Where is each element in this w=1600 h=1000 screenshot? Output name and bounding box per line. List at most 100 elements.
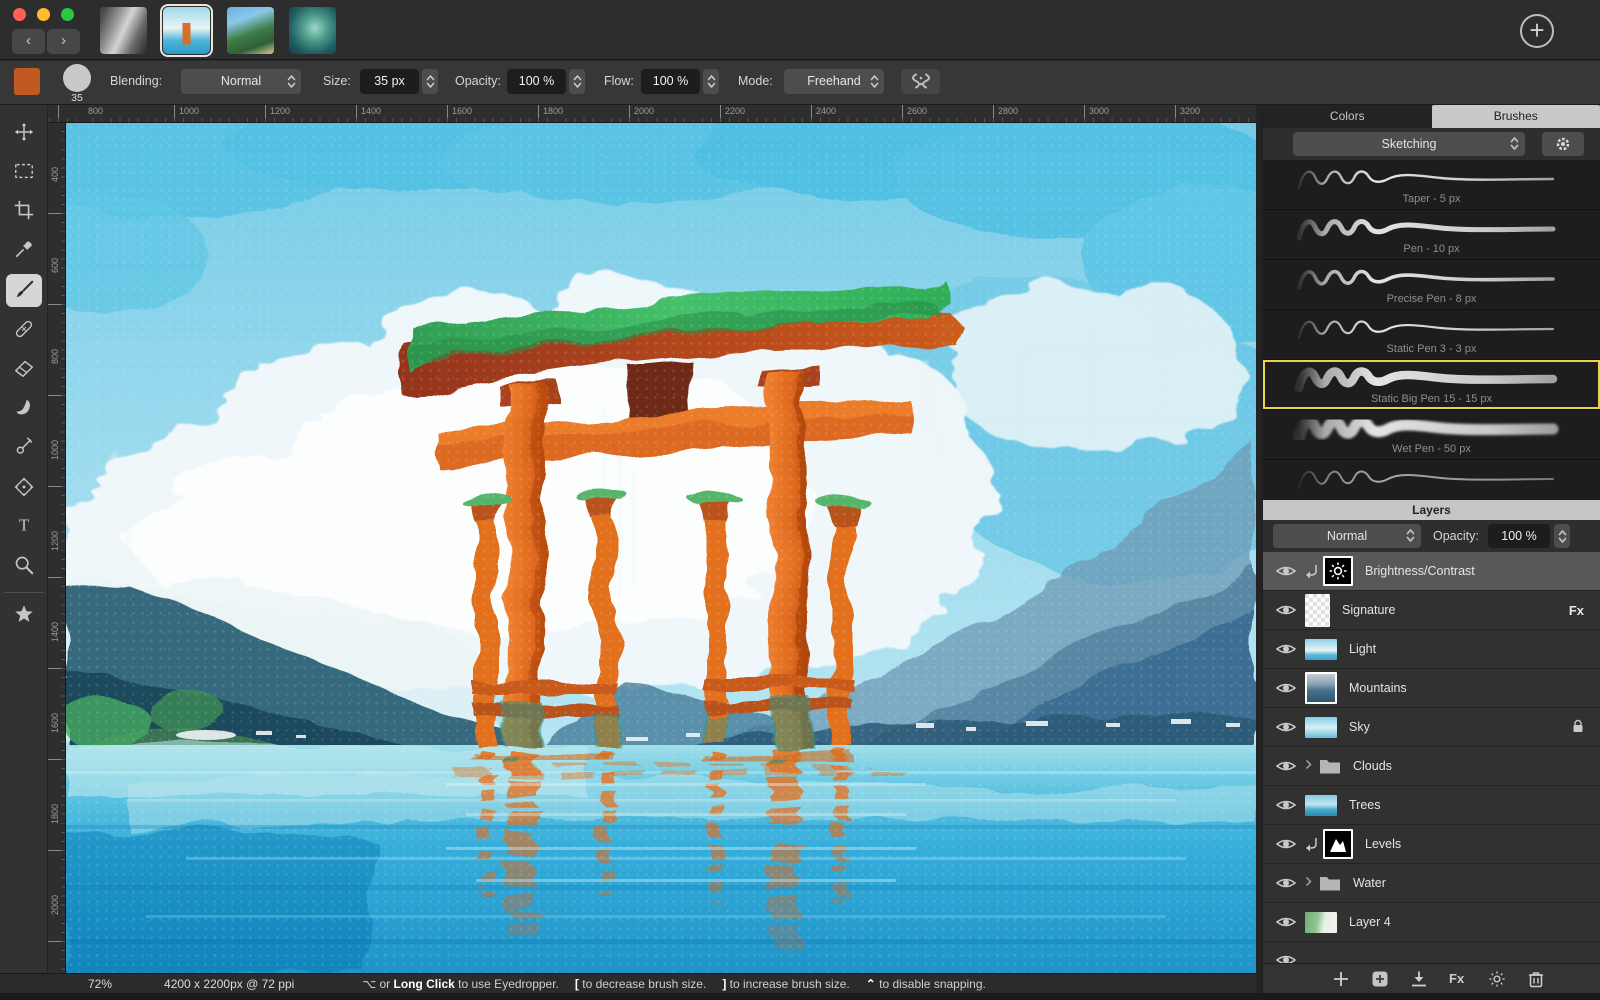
brush-stabilizer-button[interactable] [901,69,940,94]
layer-thumbnail[interactable] [1305,717,1337,738]
layer-thumbnail[interactable] [1305,639,1337,660]
visibility-eye-icon[interactable] [1275,641,1297,657]
add-layer-button[interactable] [1332,970,1350,988]
ruler-label: 1200 [50,531,60,551]
layer-thumbnail[interactable] [1305,672,1337,704]
paint-brush-icon [13,279,35,301]
mode-dropdown[interactable]: Freehand [784,69,884,94]
layer-opacity-input[interactable]: 100 % [1488,524,1550,548]
brush-item-pen[interactable]: Pen - 10 px [1263,210,1600,260]
minimize-window-button[interactable] [37,8,50,21]
favorites-tool[interactable] [6,598,42,631]
opacity-stepper[interactable] [569,69,585,94]
opacity-input[interactable]: 100 % [507,69,566,94]
ruler-label: 3000 [1089,106,1109,116]
brush-item-precise-pen[interactable]: Precise Pen - 8 px [1263,260,1600,310]
visibility-eye-icon[interactable] [1275,952,1297,964]
layer-thumbnail[interactable] [1305,594,1330,627]
move-tool[interactable] [6,116,42,149]
layers-bottom-bar: Fx [1263,963,1600,993]
visibility-eye-icon[interactable] [1275,719,1297,735]
layer-lock-icon[interactable] [1572,719,1584,736]
visibility-eye-icon[interactable] [1275,914,1297,930]
adjustments-button[interactable] [1488,970,1506,988]
new-document-button[interactable]: + [1520,14,1554,48]
canvas-viewport[interactable] [66,123,1256,973]
add-group-button[interactable] [1371,970,1389,988]
layer-thumbnail[interactable] [1305,795,1337,816]
layer-thumbnail[interactable] [1305,912,1337,933]
layer-row-layer-4[interactable]: Layer 4 [1263,903,1600,942]
document-info: 4200 x 2200px @ 72 ppi [164,977,294,991]
brush-item-partial[interactable] [1263,460,1600,500]
layer-row-signature[interactable]: Signature Fx [1263,591,1600,630]
zoom-tool[interactable] [6,549,42,582]
active-color-swatch[interactable] [14,68,40,95]
adjustment-thumbnail[interactable] [1323,829,1353,859]
painting-torii-gate[interactable] [66,123,1256,973]
size-input[interactable]: 35 px [360,69,419,94]
group-expander-icon[interactable] [1305,876,1315,890]
brush-item-static-big-pen-15[interactable]: Static Big Pen 15 - 15 px [1263,360,1600,410]
document-tab-torii-painting[interactable] [163,7,210,54]
brush-category-dropdown[interactable]: Sketching [1293,132,1525,156]
nav-forward-button[interactable]: › [47,29,80,54]
layer-name: Mountains [1349,681,1600,695]
adjustment-thumbnail[interactable] [1323,556,1353,586]
paint-brush-tool[interactable] [6,274,42,307]
visibility-eye-icon[interactable] [1275,680,1297,696]
layer-row-clouds[interactable]: Clouds [1263,747,1600,786]
brush-settings-button[interactable] [1542,132,1584,156]
zoom-window-button[interactable] [61,8,74,21]
document-tab-forest-grotto[interactable] [289,7,336,54]
healing-brush-tool[interactable] [6,313,42,346]
brush-item-wet-pen[interactable]: Wet Pen - 50 px [1263,410,1600,460]
layer-row-partial[interactable] [1263,942,1600,963]
group-expander-icon[interactable] [1305,759,1315,773]
layer-row-light[interactable]: Light [1263,630,1600,669]
brush-item-static-pen-3[interactable]: Static Pen 3 - 3 px [1263,310,1600,360]
crop-tool[interactable] [6,194,42,227]
layer-blend-mode-dropdown[interactable]: Normal [1273,524,1421,548]
layer-row-brightness-contrast[interactable]: Brightness/Contrast [1263,552,1600,591]
color-picker-tool[interactable] [6,233,42,266]
tab-brushes[interactable]: Brushes [1432,105,1600,128]
mesh-diamond-icon [13,476,35,498]
layer-row-water[interactable]: Water [1263,864,1600,903]
layer-row-mountains[interactable]: Mountains [1263,669,1600,708]
ruler-horizontal[interactable]: 8001000120014001600180020002200240026002… [48,105,1256,123]
mesh-warp-tool[interactable] [6,471,42,504]
layer-row-levels[interactable]: Levels [1263,825,1600,864]
layer-opacity-stepper[interactable] [1554,524,1570,548]
text-tool[interactable]: T [6,509,42,542]
eraser-tool[interactable] [6,352,42,385]
layer-row-sky[interactable]: Sky [1263,708,1600,747]
visibility-eye-icon[interactable] [1275,758,1297,774]
fx-button[interactable]: Fx [1449,970,1467,988]
visibility-eye-icon[interactable] [1275,602,1297,618]
brush-item-taper[interactable]: Taper - 5 px [1263,160,1600,210]
visibility-eye-icon[interactable] [1275,563,1297,579]
visibility-eye-icon[interactable] [1275,875,1297,891]
close-window-button[interactable] [13,8,26,21]
document-tab-coastal-landscape[interactable] [227,7,274,54]
tab-colors[interactable]: Colors [1263,105,1432,128]
delete-layer-button[interactable] [1527,970,1545,988]
layer-list: Brightness/Contrast Signature Fx Light M… [1263,552,1600,963]
visibility-eye-icon[interactable] [1275,797,1297,813]
flow-stepper[interactable] [703,69,719,94]
size-stepper[interactable] [422,69,438,94]
ruler-vertical[interactable]: 4006008001000120014001600180020002200 [48,123,66,973]
marquee-select-tool[interactable] [6,155,42,188]
layer-row-trees[interactable]: Trees [1263,786,1600,825]
document-tab-grayscale-figure[interactable] [100,7,147,54]
visibility-eye-icon[interactable] [1275,836,1297,852]
mask-button[interactable] [1410,970,1428,988]
flow-input[interactable]: 100 % [641,69,700,94]
clone-stamp-tool[interactable] [6,431,42,464]
smudge-tool[interactable] [6,391,42,424]
trash-icon [1527,970,1545,988]
nav-back-button[interactable]: ‹ [12,29,45,54]
layer-fx-badge[interactable]: Fx [1569,603,1584,618]
blending-dropdown[interactable]: Normal [181,69,301,94]
